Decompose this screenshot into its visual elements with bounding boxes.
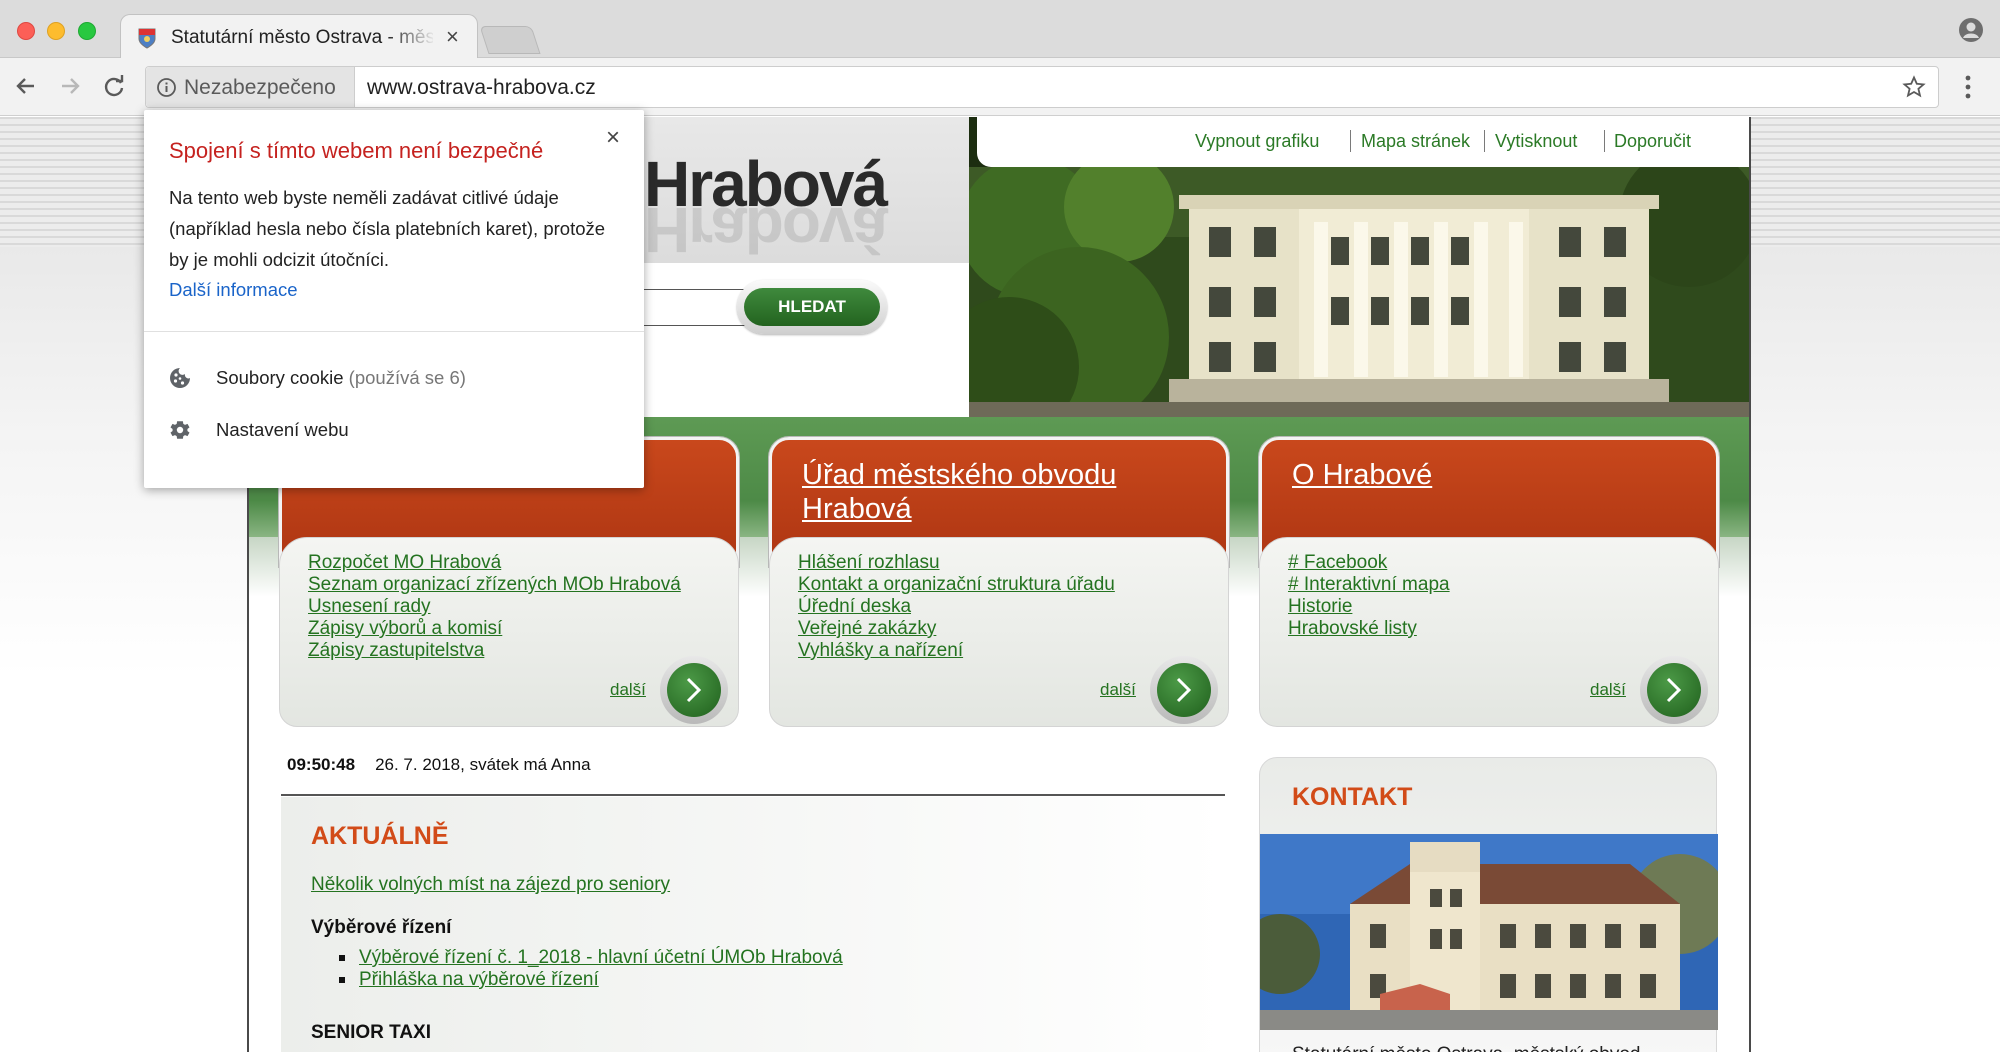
popup-body: Na tento web byste neměli zadávat citliv… — [169, 187, 606, 270]
gear-icon — [170, 421, 190, 439]
card-more-button[interactable] — [1640, 656, 1708, 724]
browser-tab[interactable]: Statutární město Ostrava - městský obvod… — [120, 14, 478, 60]
contact-text: Statutární město Ostrava, městský obvod — [1292, 1044, 1640, 1052]
top-navigation: Vypnout grafiku Mapa stránek Vytisknout … — [977, 117, 1749, 167]
site-settings-label: Nastavení webu — [216, 419, 349, 440]
topnav-separator — [1604, 130, 1605, 152]
arrow-right-icon — [667, 663, 721, 717]
url-text[interactable]: www.ostrava-hrabova.cz — [367, 76, 596, 100]
menu-dots-icon[interactable] — [1963, 74, 1973, 100]
card-body: Hlášení rozhlasu Kontakt a organizační s… — [769, 537, 1229, 727]
reload-icon[interactable] — [100, 72, 128, 100]
topnav-disable-graphics[interactable]: Vypnout grafiku — [1195, 131, 1319, 152]
arrow-right-icon — [1647, 663, 1701, 717]
new-tab-button[interactable] — [479, 26, 541, 54]
divider — [281, 794, 1225, 796]
news-subheading-senior-taxi: SENIOR TAXI — [311, 1022, 431, 1043]
card-more-link[interactable]: další — [1100, 680, 1136, 700]
card-link[interactable]: Zápisy zastupitelstva — [308, 640, 681, 662]
office-building-photo — [1260, 834, 1718, 1030]
site-header-right: Vypnout grafiku Mapa stránek Vytisknout … — [969, 117, 1749, 417]
list-item: Výběrové řízení č. 1_2018 - hlavní účetn… — [339, 947, 843, 969]
date-nameday: 26. 7. 2018, svátek má Anna — [375, 755, 591, 774]
topnav-recommend[interactable]: Doporučit — [1614, 131, 1691, 152]
tab-title-fade — [386, 21, 436, 51]
card-link[interactable]: # Facebook — [1288, 552, 1450, 574]
profile-icon[interactable] — [1958, 17, 1984, 43]
back-arrow-icon[interactable] — [12, 72, 40, 100]
card-body: Rozpočet MO Hrabová Seznam organizací zř… — [279, 537, 739, 727]
card-more-button[interactable] — [1150, 656, 1218, 724]
more-info-link[interactable]: Další informace — [169, 279, 298, 301]
news-lead-link[interactable]: Několik volných míst na zájezd pro senio… — [311, 874, 670, 896]
contact-title: KONTAKT — [1292, 783, 1413, 811]
cookies-label: Soubory cookie (používá se 6) — [216, 367, 466, 389]
card-body: # Facebook # Interaktivní mapa Historie … — [1259, 537, 1719, 727]
tab-bar: Statutární město Ostrava - městský obvod… — [0, 0, 2000, 60]
news-list: Výběrové řízení č. 1_2018 - hlavní účetn… — [339, 947, 843, 991]
search-button[interactable]: HLEDAT — [737, 280, 887, 334]
security-chip[interactable]: Nezabezpečeno — [146, 67, 355, 107]
news-subheading: Výběrové řízení — [311, 917, 452, 938]
card-more-button[interactable] — [660, 656, 728, 724]
news-item-link[interactable]: Výběrové řízení č. 1_2018 - hlavní účetn… — [359, 947, 843, 968]
cookies-count: (používá se 6) — [348, 367, 466, 388]
address-bar[interactable]: Nezabezpečeno www.ostrava-hrabova.cz — [145, 66, 1939, 108]
security-chip-label: Nezabezpečeno — [184, 76, 336, 99]
cookies-row[interactable]: Soubory cookie (používá se 6) — [168, 358, 628, 398]
topnav-sitemap[interactable]: Mapa stránek — [1361, 131, 1470, 152]
card-link[interactable]: Kontakt a organizační struktura úřadu — [798, 574, 1115, 596]
browser-toolbar: Nezabezpečeno www.ostrava-hrabova.cz — [0, 58, 2000, 116]
news-item-link[interactable]: Přihláška na výběrové řízení — [359, 969, 599, 990]
minimize-window-button[interactable] — [47, 22, 65, 40]
popup-title: Spojení s tímto webem není bezpečné — [169, 138, 544, 163]
card-link[interactable]: Hrabovské listy — [1288, 618, 1450, 640]
list-item: Přihláška na výběrové řízení — [339, 969, 843, 991]
info-icon — [157, 78, 176, 97]
card-link[interactable]: Historie — [1288, 596, 1450, 618]
card-link[interactable]: Usnesení rady — [308, 596, 681, 618]
card-link[interactable]: Úřední deska — [798, 596, 1115, 618]
news-heading: AKTUÁLNĚ — [311, 822, 449, 850]
clock: 09:50:48 — [287, 755, 356, 774]
card-links: # Facebook # Interaktivní mapa Historie … — [1288, 552, 1450, 640]
bookmark-star-icon[interactable] — [1902, 75, 1926, 99]
close-window-button[interactable] — [17, 22, 35, 40]
tab-close-icon[interactable]: × — [446, 24, 459, 50]
site-settings-row[interactable]: Nastavení webu — [168, 410, 628, 450]
card-link[interactable]: Rozpočet MO Hrabová — [308, 552, 681, 574]
card-links: Hlášení rozhlasu Kontakt a organizační s… — [798, 552, 1115, 662]
topnav-separator — [1484, 130, 1485, 152]
card-link[interactable]: Veřejné zakázky — [798, 618, 1115, 640]
cookies-label-text: Soubory cookie — [216, 367, 344, 388]
site-logo-reflection: Hrabová — [644, 194, 887, 266]
topnav-separator — [1350, 130, 1351, 152]
topnav-print[interactable]: Vytisknout — [1495, 131, 1577, 152]
arrow-right-icon — [1157, 663, 1211, 717]
coat-of-arms-icon — [138, 28, 156, 49]
card-about: O Hrabové # Facebook # Interaktivní mapa… — [1259, 437, 1719, 727]
card-links: Rozpočet MO Hrabová Seznam organizací zř… — [308, 552, 681, 662]
cookie-icon — [170, 368, 190, 388]
card-more-link[interactable]: další — [610, 680, 646, 700]
card-link[interactable]: Hlášení rozhlasu — [798, 552, 1115, 574]
card-link[interactable]: Vyhlášky a nařízení — [798, 640, 1115, 662]
card-title[interactable]: O Hrabové — [1292, 458, 1692, 492]
forward-arrow-icon[interactable] — [56, 72, 84, 100]
maximize-window-button[interactable] — [78, 22, 96, 40]
popup-close-icon[interactable]: × — [606, 124, 620, 152]
card-title[interactable]: Úřad městského obvodu Hrabová — [802, 458, 1202, 526]
popup-divider — [144, 331, 644, 332]
contact-box: KONTAKT — [1259, 757, 1718, 1052]
date-time: 09:50:48 26. 7. 2018, svátek má Anna — [287, 755, 591, 775]
card-link[interactable]: Zápisy výborů a komisí — [308, 618, 681, 640]
town-hall-photo — [969, 167, 1749, 417]
site-info-popup: × Spojení s tímto webem není bezpečné Na… — [144, 110, 644, 488]
card-link[interactable]: # Interaktivní mapa — [1288, 574, 1450, 596]
card-link[interactable]: Seznam organizací zřízených MOb Hrabová — [308, 574, 681, 596]
card-more-link[interactable]: další — [1590, 680, 1626, 700]
card-office: Úřad městského obvodu Hrabová Hlášení ro… — [769, 437, 1229, 727]
search-button-label: HLEDAT — [744, 288, 880, 326]
